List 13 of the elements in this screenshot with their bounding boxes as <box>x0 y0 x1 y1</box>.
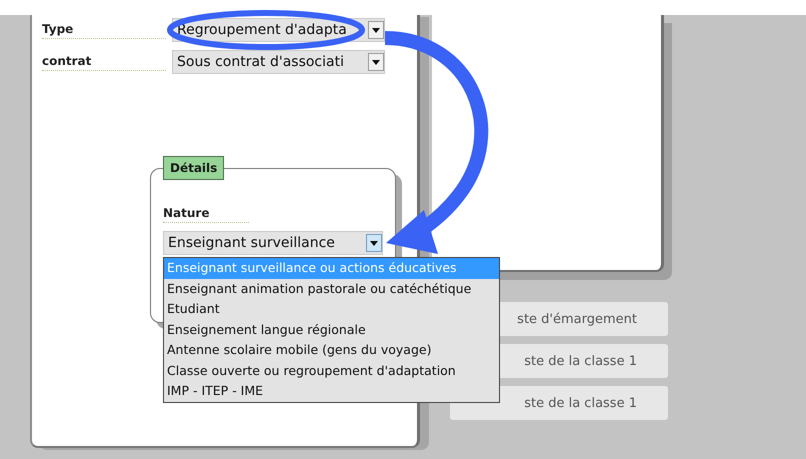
field-label: contrat <box>42 54 166 70</box>
dropdown[interactable]: Sous contrat d'associati <box>172 50 385 74</box>
nature-dropdown[interactable]: Enseignant surveillance <box>163 231 383 255</box>
field-label: Type <box>42 22 166 38</box>
caret-icon[interactable] <box>368 21 384 39</box>
dropdown-option[interactable]: Enseignant animation pastorale ou catéchétique <box>164 278 499 299</box>
select-value: Regroupement d'adapta <box>177 22 347 38</box>
details-legend: Détails <box>163 156 224 180</box>
field-label: Nature <box>163 206 249 223</box>
caret-icon[interactable] <box>366 234 382 252</box>
select-value: Sous contrat d'associati <box>177 54 344 70</box>
caret-icon[interactable] <box>368 53 384 71</box>
select-value: Enseignant surveillance <box>168 235 335 251</box>
